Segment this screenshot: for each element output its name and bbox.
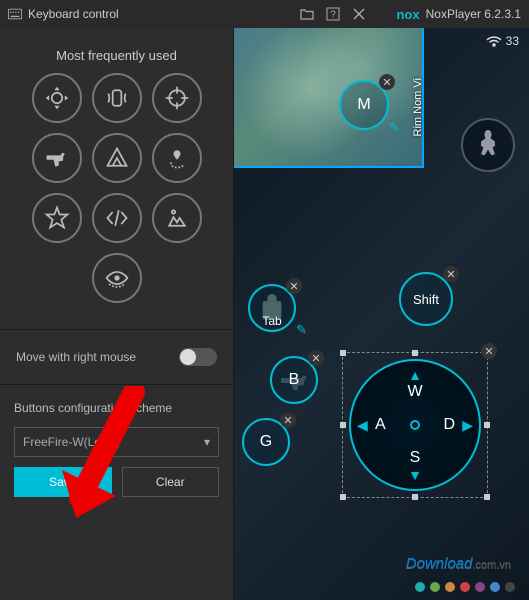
key-label: M [357, 96, 370, 114]
edit-key-icon[interactable]: ✎ [296, 322, 310, 336]
open-folder-icon[interactable] [297, 4, 317, 24]
shoot-tool[interactable] [32, 133, 82, 183]
close-icon[interactable] [349, 4, 369, 24]
key-label: G [260, 433, 272, 451]
vision-tool[interactable] [92, 253, 142, 303]
controls-panel: Most frequently used Move with right mou… [0, 28, 234, 600]
remove-key-icon[interactable]: ✕ [280, 412, 296, 428]
key-label: Shift [413, 292, 439, 307]
star-tool[interactable] [32, 193, 82, 243]
app-name: NoxPlayer 6.2.3.1 [426, 7, 521, 21]
path-tool[interactable] [152, 133, 202, 183]
keybind-tab[interactable]: Tab ✕ ✎ [248, 284, 296, 332]
window-title: Keyboard control [28, 7, 119, 21]
save-button[interactable]: Save [14, 467, 112, 497]
chevron-down-icon: ▾ [204, 435, 210, 449]
theme-dot[interactable] [460, 582, 470, 592]
remove-key-icon[interactable]: ✕ [286, 278, 302, 294]
svg-text:?: ? [331, 10, 337, 21]
map-region-label: Rim Nom Vi [412, 78, 424, 136]
player-silhouette-icon [461, 118, 515, 172]
theme-dot[interactable] [445, 582, 455, 592]
arrow-left-icon: ◀ [357, 417, 368, 434]
theme-dot[interactable] [430, 582, 440, 592]
theme-dot[interactable] [490, 582, 500, 592]
nox-logo: nox [396, 7, 419, 22]
dpad-key-left: A [375, 416, 386, 434]
frequently-used-header: Most frequently used [14, 48, 219, 63]
theme-dot[interactable] [415, 582, 425, 592]
minimap: Rim Nom Vi [234, 28, 424, 168]
dpad-center [410, 420, 420, 430]
resize-handle[interactable] [340, 350, 346, 356]
remove-key-icon[interactable]: ✕ [308, 350, 324, 366]
arrow-down-icon: ▼ [408, 467, 422, 483]
watermark: Download.com.vn [406, 555, 511, 572]
keybind-b[interactable]: B ✕ [270, 356, 318, 404]
key-label: B [289, 371, 300, 389]
wifi-icon [486, 35, 502, 47]
dpad-key-up: W [407, 383, 422, 401]
keybind-shift[interactable]: Shift ✕ [399, 272, 453, 326]
keyboard-icon [8, 7, 22, 21]
keybind-g[interactable]: G ✕ [242, 418, 290, 466]
edit-key-icon[interactable]: ✎ [389, 120, 403, 134]
macro-tool[interactable] [92, 133, 142, 183]
wifi-signal-value: 33 [506, 34, 519, 48]
script-tool[interactable] [92, 193, 142, 243]
keybind-m[interactable]: M ✕ ✎ [339, 80, 389, 130]
theme-dots [415, 582, 515, 592]
resize-handle[interactable] [340, 494, 346, 500]
scenery-tool[interactable] [152, 193, 202, 243]
move-mouse-toggle[interactable] [179, 348, 217, 366]
remove-key-icon[interactable]: ✕ [379, 74, 395, 90]
resize-handle[interactable] [412, 350, 418, 356]
game-preview: Rim Nom Vi 33 M ✕ ✎ Tab ✕ ✎ Shift ✕ [234, 28, 529, 600]
arrow-up-icon: ▲ [408, 367, 422, 383]
dpad-key-down: S [410, 449, 421, 467]
resize-handle[interactable] [340, 422, 346, 428]
resize-handle[interactable] [484, 494, 490, 500]
key-label: Tab [262, 314, 281, 328]
scheme-value: FreeFire-W(Local) [23, 435, 120, 449]
remove-key-icon[interactable]: ✕ [481, 343, 497, 359]
arrow-right-icon: ▶ [462, 417, 473, 434]
tilt-tool[interactable] [92, 73, 142, 123]
move-mouse-label: Move with right mouse [16, 350, 136, 364]
theme-dot[interactable] [475, 582, 485, 592]
dpad-tool[interactable] [32, 73, 82, 123]
sight-tool[interactable] [152, 73, 202, 123]
dpad-key-right: D [443, 416, 455, 434]
help-icon[interactable]: ? [323, 4, 343, 24]
clear-button[interactable]: Clear [122, 467, 220, 497]
wifi-indicator: 33 [486, 34, 519, 48]
theme-dot[interactable] [505, 582, 515, 592]
dpad-control[interactable]: ✕ ▲ ▼ ◀ ▶ W S A D [342, 352, 488, 498]
resize-handle[interactable] [484, 422, 490, 428]
resize-handle[interactable] [412, 494, 418, 500]
scheme-label: Buttons configuration scheme [14, 401, 219, 415]
remove-key-icon[interactable]: ✕ [443, 266, 459, 282]
scheme-dropdown[interactable]: FreeFire-W(Local) ▾ [14, 427, 219, 457]
